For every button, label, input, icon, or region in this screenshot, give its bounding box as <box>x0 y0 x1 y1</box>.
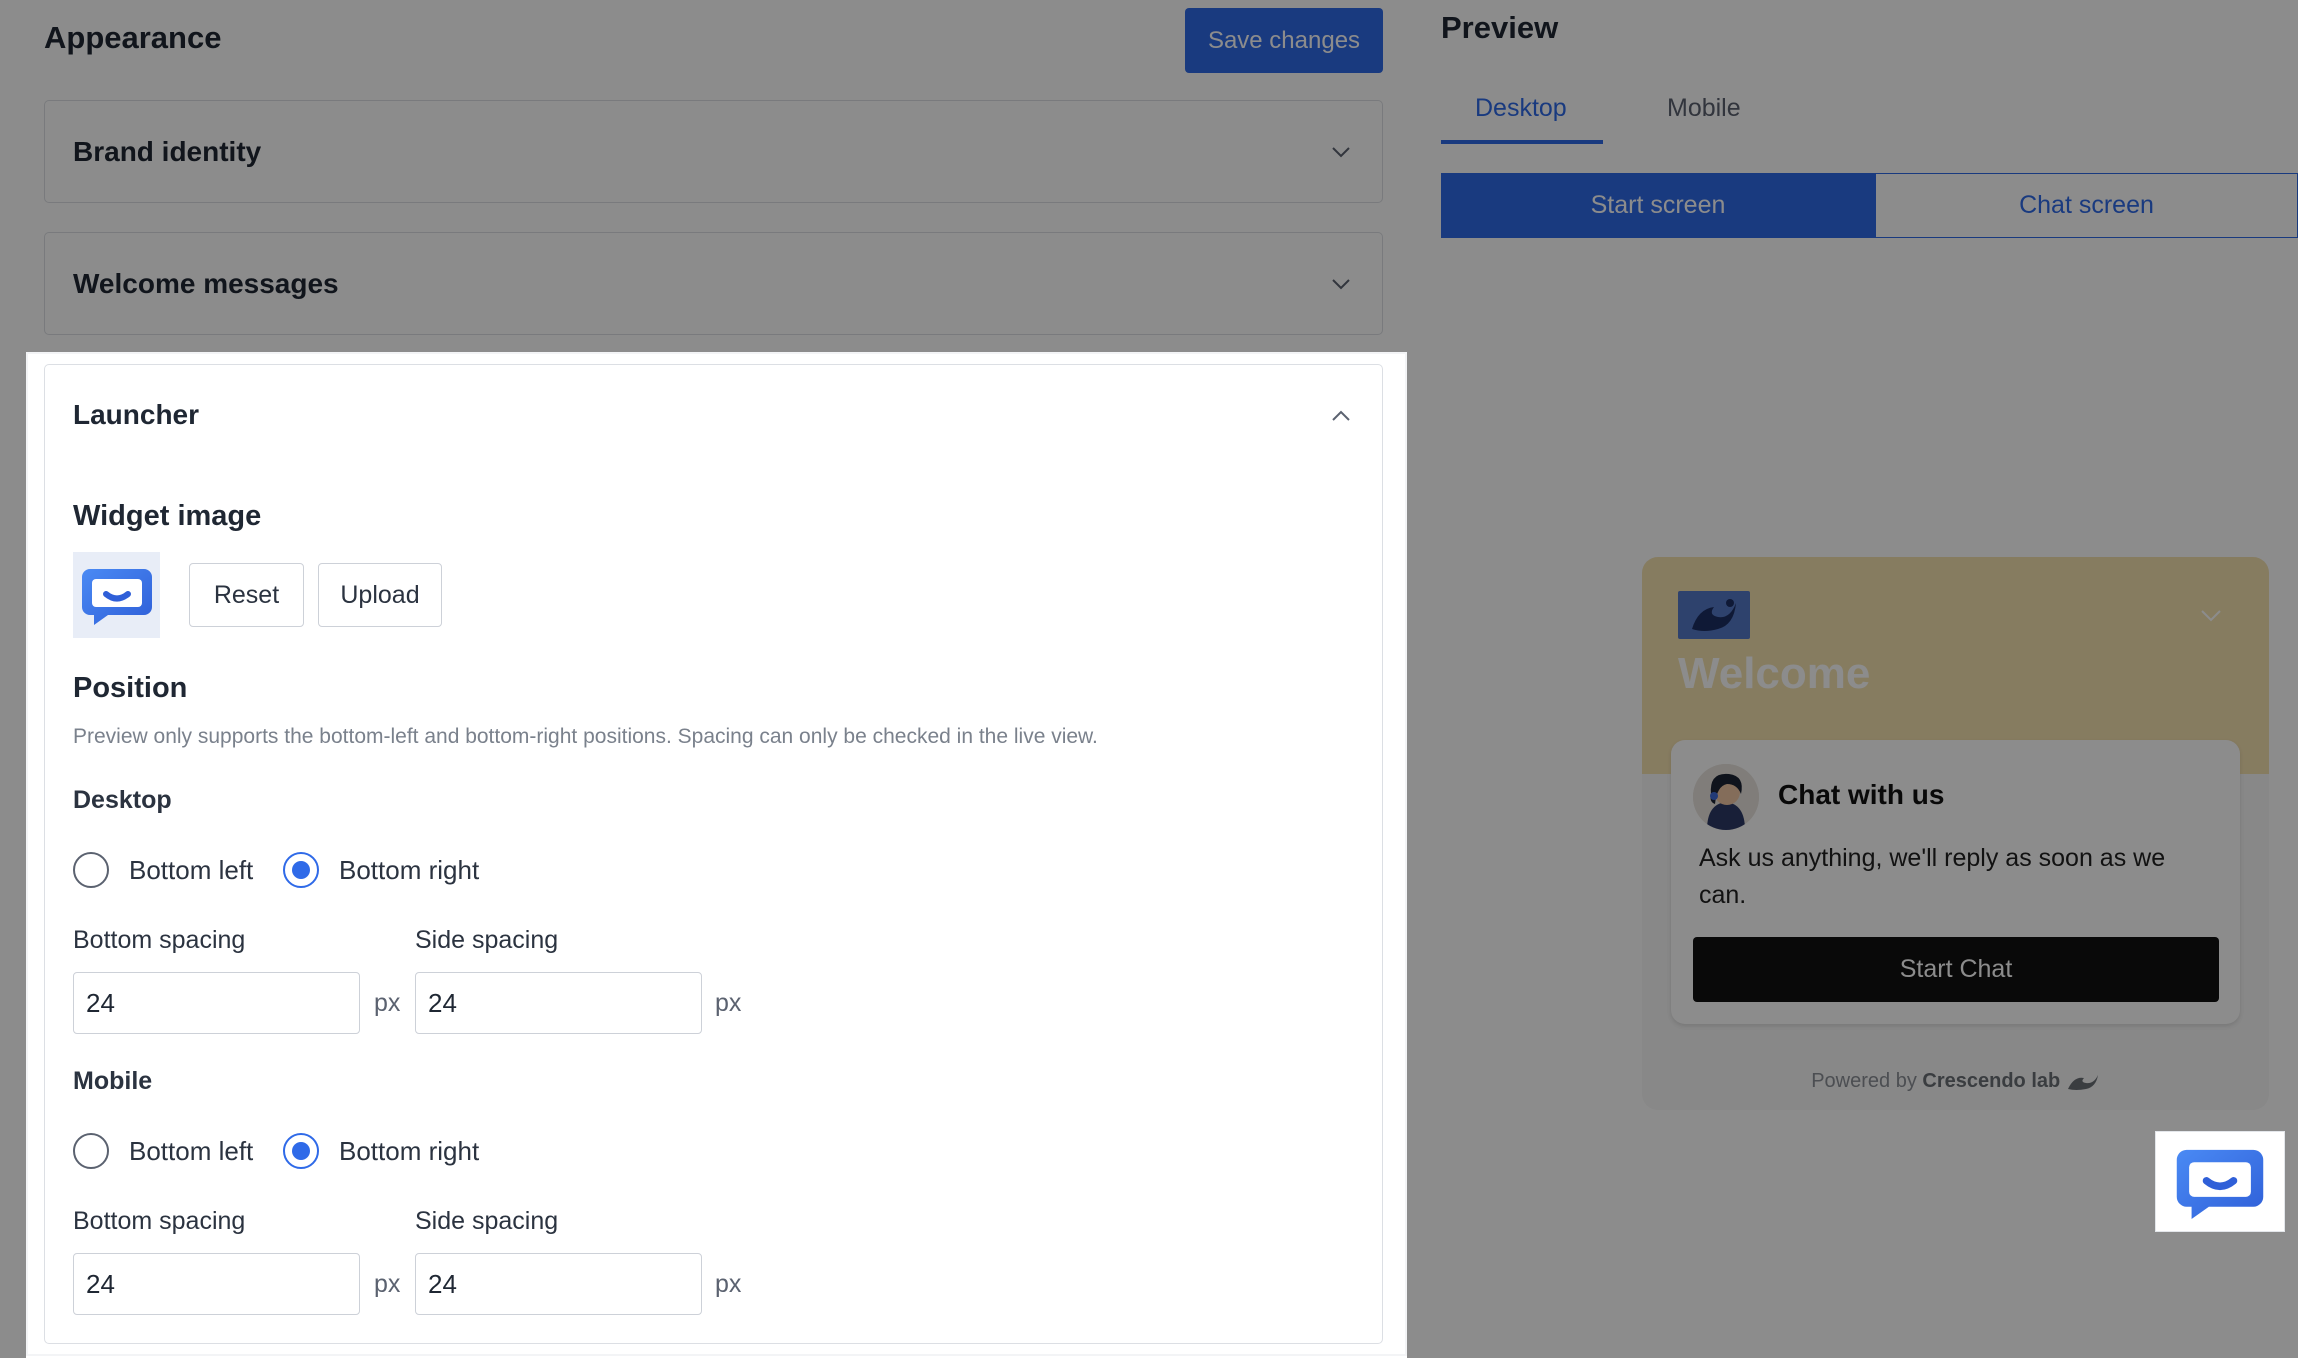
mobile-bottom-left-radio[interactable]: Bottom left <box>73 1133 253 1169</box>
mobile-bottom-spacing-input[interactable] <box>73 1253 360 1315</box>
save-changes-button[interactable]: Save changes <box>1185 8 1383 73</box>
powered-by: Powered by Crescendo lab <box>1642 1070 2269 1093</box>
radio-indicator[interactable] <box>73 1133 109 1169</box>
welcome-messages-accordion[interactable]: Welcome messages <box>44 232 1383 335</box>
tab-desktop[interactable]: Desktop <box>1475 94 1567 123</box>
radio-indicator-selected[interactable] <box>283 1133 319 1169</box>
chat-widget-preview: Welcome Chat with us Ask us anything, we… <box>1642 557 2269 1110</box>
chat-card-title: Chat with us <box>1778 779 1945 810</box>
unit-label: px <box>715 1270 742 1298</box>
chat-screen-toggle[interactable]: Chat screen <box>1875 173 2298 238</box>
desktop-bottom-spacing-label: Bottom spacing <box>73 926 246 954</box>
desktop-subtitle: Desktop <box>73 786 172 814</box>
reset-button[interactable]: Reset <box>189 563 304 627</box>
start-screen-toggle[interactable]: Start screen <box>1441 173 1875 238</box>
radio-label: Bottom left <box>129 1135 254 1166</box>
mobile-side-spacing-label: Side spacing <box>415 1207 559 1235</box>
radio-indicator-selected[interactable] <box>283 852 319 888</box>
welcome-heading: Welcome <box>1678 649 1871 698</box>
agent-avatar <box>1693 764 1759 830</box>
desktop-bottom-left-radio[interactable]: Bottom left <box>73 852 253 888</box>
radio-label: Bottom right <box>339 854 480 885</box>
position-hint: Preview only supports the bottom-left an… <box>73 725 1098 748</box>
widget-image-title: Widget image <box>73 500 262 532</box>
radio-label: Bottom left <box>129 854 254 885</box>
mobile-bottom-spacing-label: Bottom spacing <box>73 1207 246 1235</box>
desktop-side-spacing-input[interactable] <box>415 972 702 1034</box>
upload-button[interactable]: Upload <box>318 563 442 627</box>
chevron-down-icon[interactable] <box>2199 603 2223 627</box>
launcher-button-preview[interactable] <box>2155 1131 2285 1232</box>
chevron-down-icon[interactable] <box>1330 141 1352 163</box>
powered-by-prefix: Powered by <box>1811 1070 1917 1092</box>
start-chat-button[interactable]: Start Chat <box>1693 937 2219 1002</box>
chevron-down-icon[interactable] <box>1330 273 1352 295</box>
welcome-messages-heading: Welcome messages <box>73 268 339 299</box>
unit-label: px <box>715 989 742 1017</box>
mobile-side-spacing-input[interactable] <box>415 1253 702 1315</box>
desktop-bottom-spacing-input[interactable] <box>73 972 360 1034</box>
unit-label: px <box>374 989 401 1017</box>
brand-identity-heading: Brand identity <box>73 136 262 167</box>
crescendo-lab-logo <box>2067 1074 2098 1090</box>
mobile-bottom-right-radio[interactable]: Bottom right <box>283 1133 479 1169</box>
appearance-panel: Appearance Save changes Brand identity W… <box>0 0 1425 1358</box>
position-title: Position <box>73 672 188 704</box>
preview-title: Preview <box>1441 10 1559 45</box>
page-title: Appearance <box>44 20 222 55</box>
brand-logo-icon <box>1678 591 1750 639</box>
radio-label: Bottom right <box>339 1135 480 1166</box>
chevron-up-icon[interactable] <box>1330 405 1352 427</box>
mobile-subtitle: Mobile <box>73 1067 153 1095</box>
widget-image-thumbnail <box>73 552 160 638</box>
launcher-heading[interactable]: Launcher <box>73 399 199 431</box>
chat-bubble-icon <box>81 569 152 625</box>
radio-indicator[interactable] <box>73 852 109 888</box>
desktop-bottom-right-radio[interactable]: Bottom right <box>283 852 479 888</box>
desktop-side-spacing-label: Side spacing <box>415 926 559 954</box>
brand-identity-accordion[interactable]: Brand identity <box>44 100 1383 203</box>
chat-card: Chat with us Ask us anything, we'll repl… <box>1671 740 2240 1024</box>
chat-card-description: Ask us anything, we'll reply as soon as … <box>1699 844 2166 909</box>
overlay-right-lower <box>1407 1232 2298 1358</box>
chat-bubble-icon <box>2176 1149 2264 1219</box>
overlay-right-middle <box>1407 1131 2155 1232</box>
overlay-right-edge <box>2285 1131 2298 1232</box>
unit-label: px <box>374 1270 401 1298</box>
active-tab-indicator <box>1441 140 1603 144</box>
tab-mobile[interactable]: Mobile <box>1667 94 1741 123</box>
powered-by-brand: Crescendo lab <box>1922 1070 2061 1092</box>
